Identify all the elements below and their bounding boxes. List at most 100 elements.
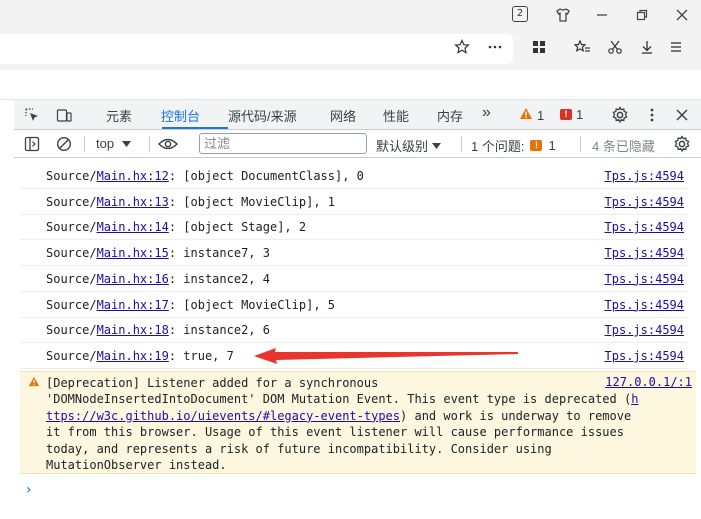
- log-text: : instance2, 6: [168, 323, 270, 338]
- warning-source-link[interactable]: 127.0.0.1/:1: [605, 375, 692, 389]
- hidden-messages-count: 4 条已隐藏: [592, 139, 655, 154]
- tab-sources[interactable]: 源代码/来源: [228, 106, 297, 125]
- context-selector[interactable]: top: [96, 136, 132, 151]
- console-settings-gear-icon[interactable]: [672, 134, 692, 154]
- deprecation-warning: [Deprecation] Listener added for a synch…: [20, 371, 696, 474]
- warning-icon: [28, 376, 40, 390]
- tab-console[interactable]: 控制台: [161, 106, 200, 125]
- devtools-tab-bar: 元素 控制台 源代码/来源 网络 性能 内存 » 1 ! 1: [14, 100, 701, 130]
- log-row: Source/Main.hx:13: [object MovieClip], 1…: [20, 190, 687, 215]
- log-text: : instance7, 3: [168, 246, 270, 261]
- warning-count: 1: [537, 107, 545, 123]
- shirt-icon[interactable]: [552, 4, 574, 26]
- warning-counter[interactable]: 1: [519, 107, 544, 123]
- more-icon[interactable]: [484, 36, 506, 58]
- log-file-link[interactable]: Main.hx:14: [97, 220, 169, 234]
- url-box[interactable]: [0, 34, 513, 64]
- log-row: Source/Main.hx:15: instance7, 3 Tps.js:4…: [20, 241, 687, 267]
- log-row: Source/Main.hx:18: instance2, 6 Tps.js:4…: [20, 318, 687, 344]
- tab-count-icon[interactable]: 2: [512, 6, 528, 22]
- log-source-link[interactable]: Tps.js:4594: [605, 246, 684, 260]
- star-icon[interactable]: [451, 36, 473, 58]
- log-text: : instance2, 4: [168, 271, 270, 286]
- log-prefix: Source/: [46, 246, 97, 261]
- tab-performance[interactable]: 性能: [383, 106, 409, 125]
- tab-elements[interactable]: 元素: [106, 106, 132, 125]
- log-message: Source/Main.hx:12: [object DocumentClass…: [46, 169, 364, 183]
- warning-line: it from this browser. Usage of this even…: [46, 425, 624, 440]
- log-source-link[interactable]: Tps.js:4594: [605, 298, 684, 312]
- log-row: Source/Main.hx:17: [object MovieClip], 5…: [20, 293, 687, 318]
- active-tab-indicator: [162, 127, 228, 129]
- warning-line: ) and work is underway to remove: [400, 408, 632, 423]
- eye-icon[interactable]: [158, 134, 178, 154]
- more-tabs-button[interactable]: »: [482, 104, 491, 122]
- log-row: Source/Main.hx:16: instance2, 4 Tps.js:4…: [20, 267, 687, 292]
- log-file-link[interactable]: Main.hx:18: [97, 323, 169, 337]
- settings-gear-icon[interactable]: [610, 105, 630, 125]
- log-source-link[interactable]: Tps.js:4594: [605, 323, 684, 337]
- issues-button[interactable]: 1 个问题: ! 1: [471, 136, 556, 155]
- log-message: Source/Main.hx:13: [object MovieClip], 1: [46, 195, 335, 209]
- tab-network[interactable]: 网络: [330, 106, 356, 125]
- scissors-icon[interactable]: [604, 36, 626, 58]
- log-file-link[interactable]: Main.hx:15: [97, 246, 169, 260]
- log-message: Source/Main.hx:14: [object Stage], 2: [46, 220, 306, 234]
- log-message: Source/Main.hx:19: true, 7: [46, 349, 234, 363]
- close-devtools-icon[interactable]: [672, 105, 692, 125]
- warning-line: [Deprecation] Listener added for a synch…: [46, 376, 379, 390]
- warning-link[interactable]: h: [631, 392, 638, 406]
- menu-icon[interactable]: [665, 36, 687, 58]
- toolbar-divider: [580, 136, 581, 152]
- clear-console-icon[interactable]: [54, 134, 74, 154]
- log-levels-dropdown[interactable]: 默认级别: [376, 136, 442, 155]
- log-file-link[interactable]: Main.hx:19: [97, 349, 169, 363]
- log-prefix: Source/: [46, 169, 97, 183]
- issues-count: 1: [548, 138, 556, 153]
- inspect-element-icon[interactable]: [22, 105, 42, 125]
- log-message: Source/Main.hx:18: instance2, 6: [46, 323, 270, 337]
- log-message: Source/Main.hx:15: instance7, 3: [46, 246, 270, 260]
- page-content-area: [0, 70, 701, 100]
- warning-line: today, and represents a risk of future i…: [46, 441, 552, 456]
- log-row: Source/Main.hx:12: [object DocumentClass…: [20, 164, 687, 189]
- filter-input[interactable]: [204, 134, 364, 153]
- log-prefix: Source/: [46, 194, 97, 209]
- log-file-link[interactable]: Main.hx:17: [97, 298, 169, 312]
- log-file-link[interactable]: Main.hx:12: [97, 169, 169, 183]
- device-toolbar-icon[interactable]: [54, 105, 74, 125]
- log-source-link[interactable]: Tps.js:4594: [605, 349, 684, 363]
- tab-memory[interactable]: 内存: [437, 106, 463, 125]
- restore-icon[interactable]: [631, 4, 653, 26]
- log-message: Source/Main.hx:17: [object MovieClip], 5: [46, 298, 335, 312]
- context-label: top: [96, 136, 115, 151]
- favorites-icon[interactable]: [571, 36, 593, 58]
- log-message: Source/Main.hx:16: instance2, 4: [46, 272, 270, 286]
- log-source-link[interactable]: Tps.js:4594: [605, 220, 684, 234]
- download-icon[interactable]: [636, 36, 658, 58]
- log-prefix: Source/: [46, 323, 97, 338]
- warning-line: 'DOMNodeInsertedIntoDocument' DOM Mutati…: [46, 392, 632, 407]
- close-icon[interactable]: [671, 4, 693, 26]
- warning-link[interactable]: ttps://w3c.github.io/uievents/#legacy-ev…: [46, 409, 400, 423]
- log-text: : [object MovieClip], 5: [168, 297, 335, 312]
- toolbar-divider: [149, 136, 150, 152]
- console-prompt[interactable]: ›: [26, 482, 32, 498]
- minimize-icon[interactable]: [591, 4, 613, 26]
- kebab-menu-icon[interactable]: [642, 105, 662, 125]
- log-file-link[interactable]: Main.hx:13: [97, 195, 169, 209]
- filter-box: [199, 133, 367, 154]
- log-file-link[interactable]: Main.hx:16: [97, 272, 169, 286]
- log-prefix: Source/: [46, 348, 97, 363]
- sidebar-toggle-icon[interactable]: [22, 134, 42, 154]
- console-output: Source/Main.hx:12: [object DocumentClass…: [14, 158, 701, 519]
- log-source-link[interactable]: Tps.js:4594: [605, 195, 684, 209]
- log-source-link[interactable]: Tps.js:4594: [605, 272, 684, 286]
- error-count: 1: [576, 107, 584, 122]
- error-counter[interactable]: ! 1: [560, 107, 583, 122]
- chevron-down-icon: [122, 140, 132, 147]
- apps-icon[interactable]: [528, 36, 550, 58]
- warning-icon: [519, 107, 533, 123]
- warning-message: [Deprecation] Listener added for a synch…: [46, 375, 668, 473]
- log-source-link[interactable]: Tps.js:4594: [605, 169, 684, 183]
